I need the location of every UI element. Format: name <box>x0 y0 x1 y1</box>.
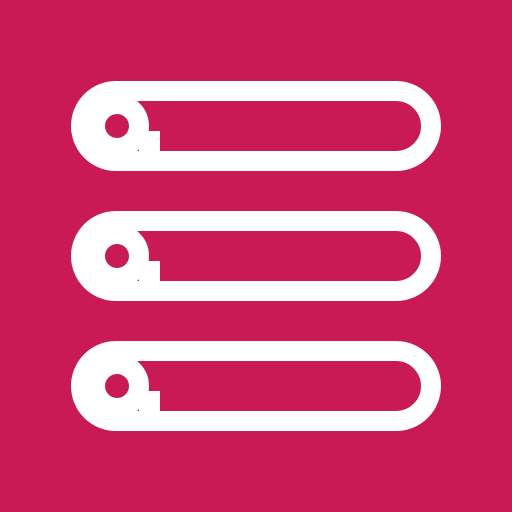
app-icon <box>0 0 512 512</box>
toggle-list-icon <box>0 0 512 512</box>
